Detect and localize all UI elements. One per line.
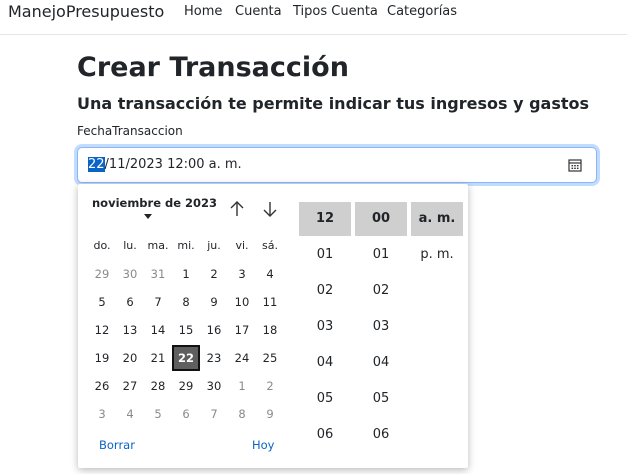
- calendar-day[interactable]: 25: [256, 345, 284, 371]
- hour-option[interactable]: 04: [299, 348, 351, 378]
- calendar-day[interactable]: 6: [172, 401, 200, 427]
- calendar-day[interactable]: 11: [256, 289, 284, 315]
- calendar-day[interactable]: 6: [116, 289, 144, 315]
- calendar-day[interactable]: 16: [200, 317, 228, 343]
- calendar-day[interactable]: 3: [228, 261, 256, 287]
- calendar-day[interactable]: 9: [256, 401, 284, 427]
- calendar-day[interactable]: 18: [256, 317, 284, 343]
- calendar-day[interactable]: 4: [116, 401, 144, 427]
- calendar-day[interactable]: 15: [172, 317, 200, 343]
- calendar-day[interactable]: 12: [88, 317, 116, 343]
- weekday-header: sá.: [262, 239, 278, 252]
- nav-link-cuenta[interactable]: Cuenta: [235, 4, 282, 19]
- calendar-day[interactable]: 20: [116, 345, 144, 371]
- month-year-selector[interactable]: noviembre de 2023: [92, 196, 217, 210]
- date-value[interactable]: 22/11/2023 12:00 a. m.: [88, 157, 242, 172]
- brand-link[interactable]: ManejoPresupuesto: [8, 2, 164, 21]
- minute-option[interactable]: 05: [355, 384, 407, 414]
- calendar-day[interactable]: 24: [228, 345, 256, 371]
- calendar-day[interactable]: 26: [88, 373, 116, 399]
- hour-option[interactable]: 02: [299, 276, 351, 306]
- arrow-up-icon[interactable]: [226, 198, 248, 220]
- today-button[interactable]: Hoy: [252, 438, 275, 452]
- calendar-day[interactable]: 14: [144, 317, 172, 343]
- fecha-transaccion-label: FechaTransaccion: [77, 124, 183, 138]
- fecha-transaccion-input[interactable]: 22/11/2023 12:00 a. m.: [77, 147, 597, 183]
- weekday-header: ma.: [147, 239, 169, 252]
- calendar-day[interactable]: 17: [228, 317, 256, 343]
- calendar-day[interactable]: 7: [144, 289, 172, 315]
- date-picker-popup: noviembre de 2023 do. lu. ma. mi. ju. vi…: [78, 184, 468, 468]
- calendar-day[interactable]: 5: [88, 289, 116, 315]
- ampm-selected[interactable]: a. m.: [411, 202, 463, 236]
- calendar-day[interactable]: 9: [200, 289, 228, 315]
- calendar-day[interactable]: 23: [200, 345, 228, 371]
- calendar-icon[interactable]: [568, 158, 582, 172]
- minute-option[interactable]: 04: [355, 348, 407, 378]
- minute-option[interactable]: 01: [355, 240, 407, 270]
- hour-option[interactable]: 01: [299, 240, 351, 270]
- calendar-day[interactable]: 8: [172, 289, 200, 315]
- weekday-header: mi.: [177, 239, 195, 252]
- calendar-day[interactable]: 21: [144, 345, 172, 371]
- nav-link-home[interactable]: Home: [184, 4, 222, 19]
- page-subtitle: Una transacción te permite indicar tus i…: [77, 94, 589, 113]
- calendar-day[interactable]: 4: [256, 261, 284, 287]
- date-rest-segment[interactable]: /11/2023 12:00 a. m.: [105, 157, 242, 172]
- minute-option[interactable]: 06: [355, 420, 407, 450]
- calendar-day[interactable]: 3: [88, 401, 116, 427]
- hour-option[interactable]: 06: [299, 420, 351, 450]
- calendar-day[interactable]: 1: [228, 373, 256, 399]
- calendar-day-selected[interactable]: 22: [172, 345, 200, 371]
- ampm-option[interactable]: p. m.: [411, 240, 463, 270]
- calendar-day[interactable]: 2: [256, 373, 284, 399]
- calendar-day[interactable]: 8: [228, 401, 256, 427]
- weekday-header: vi.: [235, 239, 249, 252]
- calendar-day[interactable]: 30: [116, 261, 144, 287]
- weekday-header: do.: [93, 239, 111, 252]
- calendar-day[interactable]: 19: [88, 345, 116, 371]
- nav-link-categorias[interactable]: Categorías: [387, 4, 457, 19]
- calendar-day[interactable]: 13: [116, 317, 144, 343]
- date-day-segment[interactable]: 22: [88, 157, 105, 172]
- calendar-day[interactable]: 7: [200, 401, 228, 427]
- calendar-day[interactable]: 27: [116, 373, 144, 399]
- weekday-header: lu.: [123, 239, 137, 252]
- hour-selected[interactable]: 12: [299, 202, 351, 236]
- calendar-day[interactable]: 30: [200, 373, 228, 399]
- minute-option[interactable]: 02: [355, 276, 407, 306]
- calendar-day[interactable]: 28: [144, 373, 172, 399]
- calendar-day[interactable]: 5: [144, 401, 172, 427]
- nav-link-tipos-cuenta[interactable]: Tipos Cuenta: [293, 4, 378, 19]
- arrow-down-icon[interactable]: [259, 198, 281, 220]
- minute-option[interactable]: 03: [355, 312, 407, 342]
- calendar-day[interactable]: 29: [172, 373, 200, 399]
- hour-option[interactable]: 05: [299, 384, 351, 414]
- clear-button[interactable]: Borrar: [99, 438, 135, 452]
- hour-option[interactable]: 03: [299, 312, 351, 342]
- calendar-day[interactable]: 29: [88, 261, 116, 287]
- calendar-day[interactable]: 2: [200, 261, 228, 287]
- page-title: Crear Transacción: [77, 52, 349, 83]
- navbar: ManejoPresupuesto Home Cuenta Tipos Cuen…: [0, 0, 627, 35]
- calendar-day[interactable]: 10: [228, 289, 256, 315]
- calendar-day[interactable]: 1: [172, 261, 200, 287]
- weekday-header: ju.: [207, 239, 221, 252]
- minute-selected[interactable]: 00: [355, 202, 407, 236]
- caret-down-icon[interactable]: [144, 214, 152, 219]
- calendar-day[interactable]: 31: [144, 261, 172, 287]
